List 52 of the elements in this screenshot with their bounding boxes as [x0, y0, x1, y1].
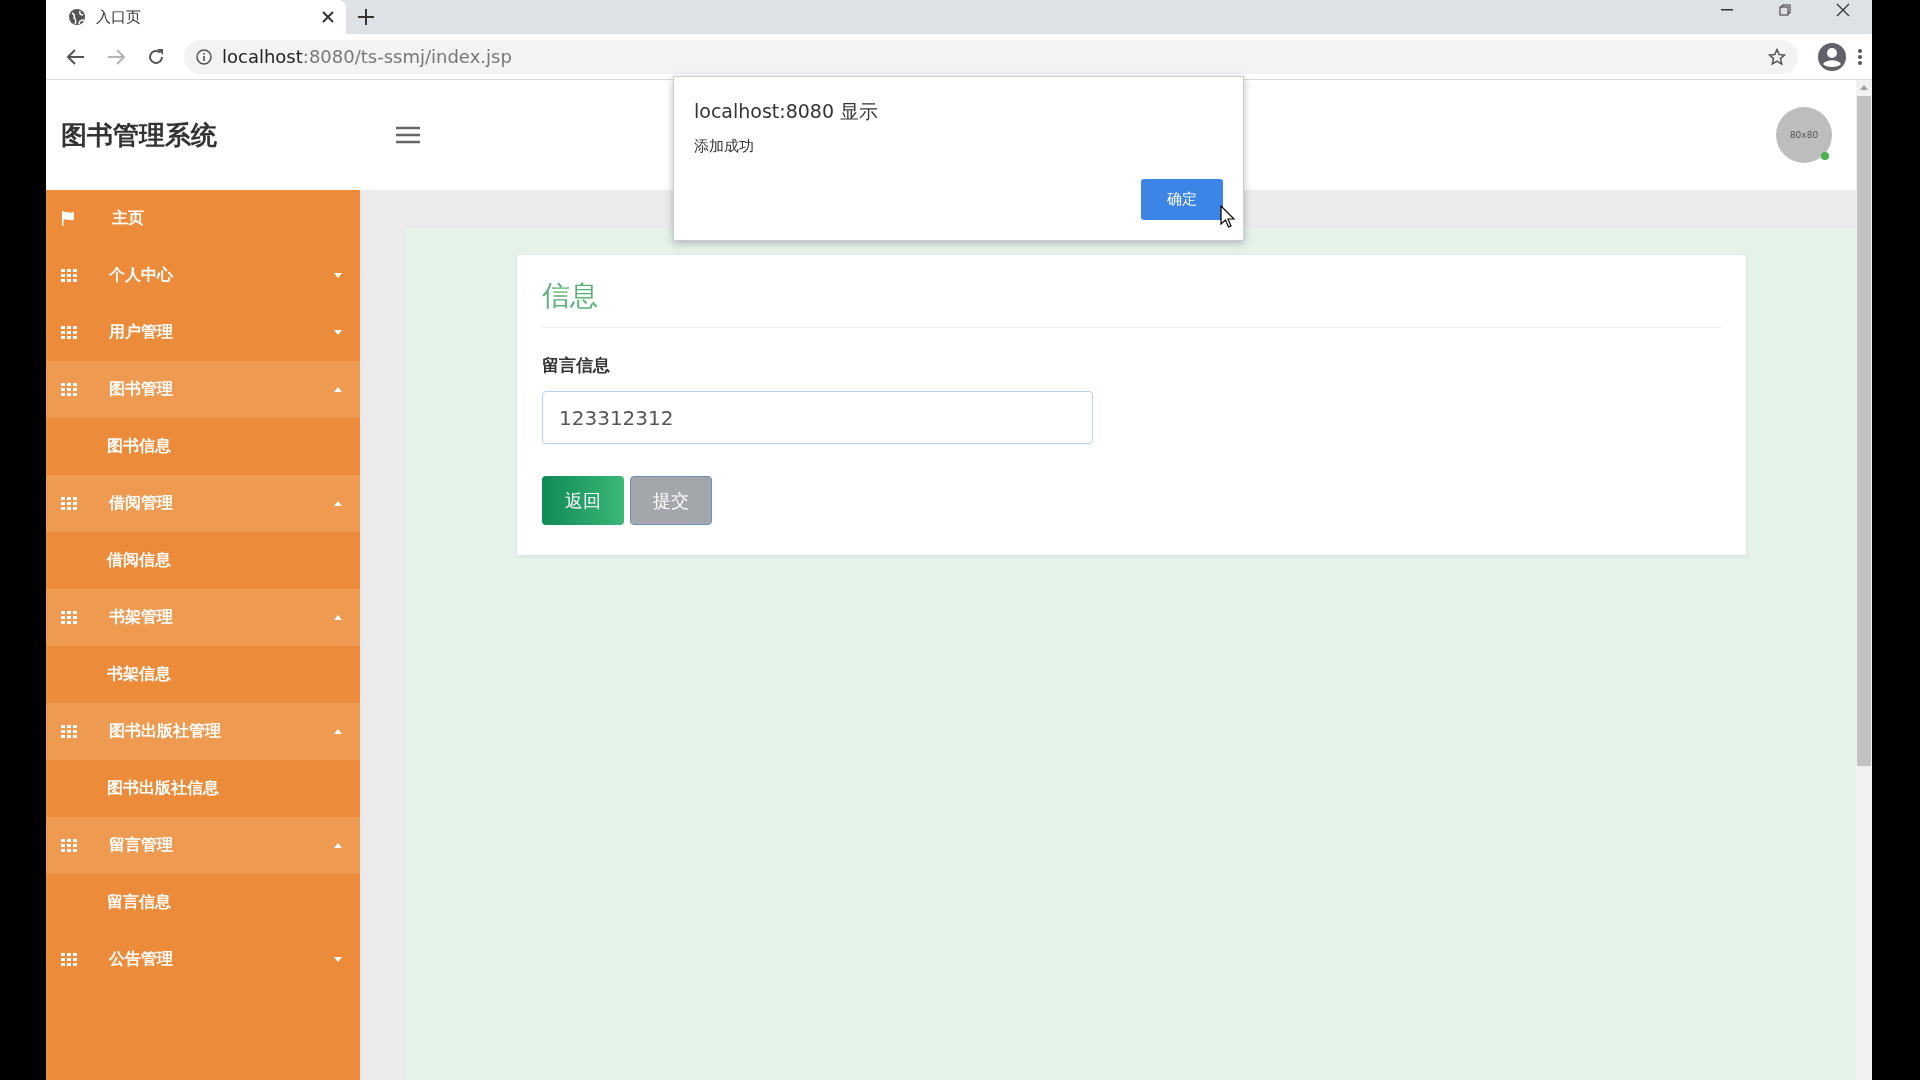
caret-icon: [334, 843, 342, 848]
sidebar-item[interactable]: 留言管理: [46, 817, 360, 874]
caret-icon: [334, 501, 342, 506]
sidebar-item[interactable]: 书架管理: [46, 589, 360, 646]
flag-icon: [61, 211, 75, 226]
account-icon[interactable]: [1818, 42, 1846, 71]
close-icon[interactable]: [322, 11, 334, 23]
info-icon: [196, 48, 212, 65]
address-bar[interactable]: localhost:8080/ts-ssmj/index.jsp: [184, 39, 1798, 74]
grid-icon: [61, 611, 77, 624]
back-button[interactable]: 返回: [542, 476, 624, 525]
restore-icon[interactable]: [1779, 4, 1791, 16]
grid-icon: [61, 383, 77, 396]
avatar-text: 80x80: [1789, 130, 1819, 140]
close-icon[interactable]: [1836, 3, 1850, 17]
caret-icon: [334, 729, 342, 734]
sidebar-item[interactable]: 借阅管理: [46, 475, 360, 532]
globe-icon: [68, 8, 86, 26]
caret-icon: [334, 330, 342, 335]
star-icon[interactable]: [1768, 47, 1786, 66]
card-title: 信息: [542, 277, 1721, 328]
grid-icon: [61, 326, 77, 339]
grid-icon: [61, 839, 77, 852]
tab-title: 入口页: [96, 7, 142, 27]
app-title: 图书管理系统: [60, 118, 218, 152]
grid-icon: [61, 497, 77, 510]
minimize-icon[interactable]: [1721, 9, 1733, 11]
cursor-icon: [1220, 205, 1236, 229]
grid-icon: [61, 269, 77, 282]
caret-icon: [334, 615, 342, 620]
dialog-message: 添加成功: [694, 137, 755, 156]
caret-icon: [334, 957, 342, 962]
grid-icon: [61, 725, 77, 738]
back-icon[interactable]: [67, 48, 85, 65]
new-tab-icon[interactable]: [358, 9, 374, 25]
dialog-title: localhost:8080 显示: [694, 99, 880, 124]
caret-icon: [334, 273, 342, 278]
reload-icon[interactable]: [147, 47, 165, 66]
browser-tab[interactable]: 入口页: [46, 0, 346, 34]
menu-icon[interactable]: [396, 126, 420, 144]
grid-icon: [61, 953, 77, 966]
message-field[interactable]: 123312312: [542, 391, 1093, 444]
submit-button[interactable]: 提交: [630, 476, 712, 525]
avatar[interactable]: 80x80: [1776, 107, 1832, 163]
sidebar-item[interactable]: 图书出版社管理: [46, 703, 360, 760]
url-text: localhost:8080/ts-ssmj/index.jsp: [222, 46, 513, 67]
caret-icon: [334, 387, 342, 392]
scrollbar[interactable]: [1856, 80, 1872, 1080]
field-label: 留言信息: [542, 354, 611, 377]
ok-button[interactable]: 确定: [1141, 179, 1223, 220]
sidebar-item[interactable]: 图书管理: [46, 361, 360, 418]
menu-icon[interactable]: [1858, 48, 1862, 65]
